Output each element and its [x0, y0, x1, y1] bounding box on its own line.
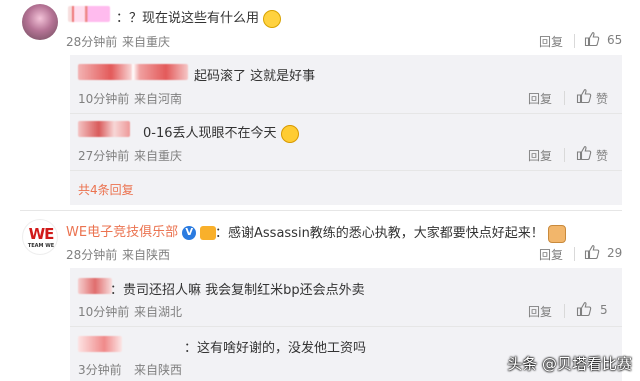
thumbs-up-icon[interactable]: [584, 244, 600, 260]
avatar[interactable]: [22, 4, 58, 40]
reply-text: ：这有啥好谢的，没发他工资吗: [184, 341, 367, 356]
reply-text: 起码滚了 这就是好事: [194, 69, 316, 84]
fan-medal-icon: [200, 225, 217, 240]
thumbs-up-icon[interactable]: [576, 301, 592, 317]
reply-author[interactable]: [78, 278, 112, 294]
action-divider: [564, 91, 565, 105]
reply-author[interactable]: [78, 121, 130, 137]
reply-time: 10分钟前: [78, 92, 130, 106]
heart-eyes-emoji-icon: [280, 124, 299, 143]
reply-source: 来自河南: [134, 92, 183, 106]
comment-author[interactable]: WE电子竞技俱乐部 V: [66, 221, 217, 240]
verified-badge-icon: V: [182, 225, 197, 240]
like-label[interactable]: 赞: [596, 90, 608, 107]
reply-button[interactable]: 回复: [539, 33, 563, 50]
blurred-username: [78, 64, 188, 80]
we-logo-text: WE: [28, 225, 55, 243]
comment-divider: [20, 210, 622, 211]
comment-author[interactable]: [68, 6, 110, 22]
reply-time: 3分钟前: [78, 363, 122, 377]
team-we-logo-avatar[interactable]: WE TEAM WE: [22, 219, 58, 255]
like-count: 5: [600, 303, 608, 317]
smile-emoji-icon: [263, 9, 282, 28]
like-count: 65: [607, 33, 623, 47]
reply-source: 来自湖北: [134, 305, 183, 319]
action-divider: [564, 304, 565, 318]
reply-divider: [70, 170, 622, 171]
thumbs-up-icon[interactable]: [576, 88, 592, 104]
like-count: 29: [607, 246, 623, 260]
reply-source: 来自陕西: [134, 363, 183, 377]
comment-time: 28分钟前: [66, 35, 118, 49]
reply-button[interactable]: 回复: [528, 147, 552, 164]
reply-time: 27分钟前: [78, 149, 130, 163]
comment-text: ：感谢Assassin教练的悉心执教，大家都要快点好起来！: [215, 222, 566, 243]
comment-source: 来自陕西: [122, 248, 171, 262]
action-divider: [574, 34, 575, 48]
thumbs-up-icon[interactable]: [576, 145, 592, 161]
comment-source: 来自重庆: [122, 35, 171, 49]
reply-source: 来自重庆: [134, 149, 183, 163]
reply-button[interactable]: 回复: [528, 90, 552, 107]
reply-text: ：贵司还招人嘛 我会复制红米bp还会点外卖: [110, 283, 365, 298]
thumbs-up-icon[interactable]: [584, 31, 600, 47]
reply-author[interactable]: [78, 64, 188, 80]
we-logo-subtext: TEAM WE: [27, 243, 55, 249]
action-divider: [564, 148, 565, 162]
reply-divider: [70, 326, 622, 327]
blurred-username: [78, 121, 130, 137]
reply-time: 10分钟前: [78, 305, 130, 319]
blurred-username: [78, 278, 112, 294]
reply-button[interactable]: 回复: [528, 303, 552, 320]
action-divider: [574, 247, 575, 261]
reply-button[interactable]: 回复: [539, 246, 563, 263]
reply-text: 0-16丢人现眼不在今天: [143, 122, 299, 143]
toutiao-watermark: 头条 @贝塔看比赛: [507, 355, 632, 373]
more-replies-link[interactable]: 共4条回复: [78, 181, 134, 198]
reply-divider: [70, 113, 622, 114]
reply-author[interactable]: [78, 336, 122, 352]
flexed-arm-emoji-icon: [547, 224, 566, 243]
blurred-username: [78, 336, 122, 352]
blurred-username: [68, 6, 110, 22]
comment-text: ：？现在说这些有什么用: [116, 7, 282, 28]
comment-time: 28分钟前: [66, 248, 118, 262]
like-label[interactable]: 赞: [596, 147, 608, 164]
